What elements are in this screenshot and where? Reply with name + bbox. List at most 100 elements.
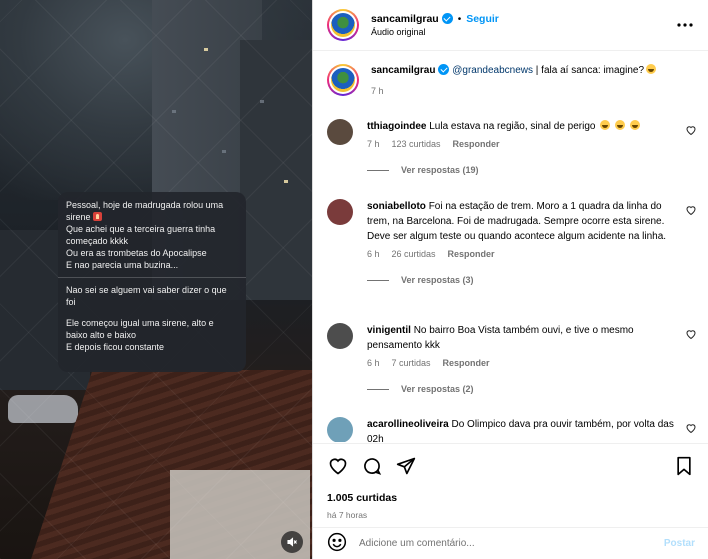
replies-line xyxy=(367,279,389,281)
siren-emoji-icon xyxy=(92,212,102,221)
caption-mention-link[interactable]: @grandeabcnews xyxy=(452,65,533,76)
posted-time: há 7 horas xyxy=(327,510,368,520)
comment-body: soniabelloto Foi na estação de trem. Mor… xyxy=(367,199,695,285)
msg-line: começado kkkk xyxy=(66,236,129,246)
comment-likes[interactable]: 123 curtidas xyxy=(392,139,441,149)
author-username[interactable]: sancamilgrau xyxy=(371,13,439,25)
comment-body: vinigentil No bairro Boa Vista também ou… xyxy=(367,323,695,394)
send-icon[interactable] xyxy=(395,455,417,477)
msg-line: Ele começou igual uma sirene, alto e xyxy=(66,318,214,328)
msg-line: Ou era as trombetas do Apocalipse xyxy=(66,248,207,258)
comment-text: soniabelloto Foi na estação de trem. Mor… xyxy=(367,199,677,244)
laughing-emoji-icon xyxy=(629,120,640,130)
caption-username[interactable]: sancamilgrau xyxy=(371,65,435,76)
comment-item: acarollineoliveira Do Olimpico dava pra … xyxy=(313,417,708,442)
comment-item: vinigentil No bairro Boa Vista também ou… xyxy=(313,323,708,394)
thinking-face-emoji-icon xyxy=(646,64,657,74)
more-horizontal-icon[interactable] xyxy=(676,16,694,34)
msg-line: Pessoal, hoje de madrugada rolou uma xyxy=(66,200,224,210)
caption-body: sancamilgrau @grandeabcnews | fala aí sa… xyxy=(371,64,695,98)
comment-time: 6 h xyxy=(367,358,380,368)
comment-item: tthiagoindee Lula estava na região, sina… xyxy=(313,119,708,175)
laughing-emoji-icon xyxy=(615,120,626,130)
msg-line: baixo alto e baixo xyxy=(66,330,137,340)
audio-label[interactable]: Áudio original xyxy=(371,27,676,37)
view-replies-button[interactable]: Ver respostas (2) xyxy=(367,384,677,394)
laughing-emoji-icon xyxy=(600,120,611,130)
comment-likes[interactable]: 26 curtidas xyxy=(392,249,436,259)
heart-icon[interactable] xyxy=(327,455,349,477)
caption-avatar[interactable] xyxy=(327,64,359,96)
view-replies-label: Ver respostas (2) xyxy=(401,384,474,394)
msg-line: Que achei que a terceira guerra tinha xyxy=(66,224,216,234)
separator-dot: • xyxy=(457,14,462,25)
follow-button[interactable]: Seguir xyxy=(466,13,499,25)
reply-button[interactable]: Responder xyxy=(453,139,500,149)
action-icons xyxy=(327,452,695,480)
view-replies-label: Ver respostas (19) xyxy=(401,165,479,175)
caption-time: 7 h xyxy=(371,86,384,96)
comment-avatar[interactable] xyxy=(327,119,353,145)
caption-text: sancamilgrau @grandeabcnews | fala aí sa… xyxy=(371,64,695,78)
comment-heart-icon[interactable] xyxy=(685,422,697,434)
view-replies-label: Ver respostas (3) xyxy=(401,275,474,285)
caption-content: | fala aí sanca: imagine? xyxy=(533,65,645,76)
post-header: sancamilgrau • Seguir Áudio original xyxy=(313,0,708,51)
message-screenshot-card: Pessoal, hoje de madrugada rolou uma sir… xyxy=(58,192,246,372)
comment-text: tthiagoindee Lula estava na região, sina… xyxy=(367,119,677,134)
comment-text: vinigentil No bairro Boa Vista também ou… xyxy=(367,323,677,353)
view-replies-button[interactable]: Ver respostas (19) xyxy=(367,165,677,175)
comment-time: 6 h xyxy=(367,249,380,259)
comment-input[interactable] xyxy=(359,538,664,549)
post-actions: 1.005 curtidas há 7 horas xyxy=(313,443,708,520)
msg-divider xyxy=(58,277,246,278)
reply-button[interactable]: Responder xyxy=(448,249,495,259)
speaker-muted-icon[interactable] xyxy=(281,531,303,553)
msg-line-text: sirene xyxy=(66,212,91,222)
view-replies-button[interactable]: Ver respostas (3) xyxy=(367,275,677,285)
verified-badge-icon xyxy=(438,64,450,75)
comment-time: 7 h xyxy=(367,139,380,149)
comment-avatar[interactable] xyxy=(327,417,353,442)
comment-avatar[interactable] xyxy=(327,323,353,349)
msg-line: E nao parecia uma buzina... xyxy=(66,260,179,270)
author-avatar[interactable] xyxy=(327,9,359,41)
comment-meta: 7 h 123 curtidas Responder xyxy=(367,139,677,149)
comment-meta: 6 h 7 curtidas Responder xyxy=(367,358,677,368)
comment-item: soniabelloto Foi na estação de trem. Mor… xyxy=(313,199,708,285)
comment-heart-icon[interactable] xyxy=(685,124,697,136)
comment-username[interactable]: vinigentil xyxy=(367,325,411,336)
comment-username[interactable]: tthiagoindee xyxy=(367,121,426,132)
comment-username[interactable]: acarollineoliveira xyxy=(367,419,449,430)
msg-line: sirene xyxy=(66,211,238,223)
author-info: sancamilgrau • Seguir Áudio original xyxy=(371,13,676,37)
comment-text: acarollineoliveira Do Olimpico dava pra … xyxy=(367,417,677,442)
bookmark-icon[interactable] xyxy=(673,455,695,477)
replies-line xyxy=(367,169,389,171)
comment-icon[interactable] xyxy=(361,455,383,477)
comment-meta: 6 h 26 curtidas Responder xyxy=(367,249,677,259)
emoji-icon[interactable] xyxy=(327,532,347,555)
comment-content: Lula estava na região, sinal de perigo xyxy=(429,121,596,132)
comment-body: acarollineoliveira Do Olimpico dava pra … xyxy=(367,417,695,442)
post-caption: sancamilgrau @grandeabcnews | fala aí sa… xyxy=(313,52,708,98)
comment-heart-icon[interactable] xyxy=(685,328,697,340)
msg-line: Nao sei se alguem vai saber dizer o que xyxy=(66,285,227,295)
instagram-post: Pessoal, hoje de madrugada rolou uma sir… xyxy=(0,0,708,559)
comment-avatar[interactable] xyxy=(327,199,353,225)
comment-username[interactable]: soniabelloto xyxy=(367,201,426,212)
comment-likes[interactable]: 7 curtidas xyxy=(392,358,431,368)
verified-badge-icon xyxy=(441,13,453,24)
post-side-panel: sancamilgrau • Seguir Áudio original sanca… xyxy=(312,0,708,559)
msg-line: foi xyxy=(66,297,76,307)
likes-count[interactable]: 1.005 curtidas xyxy=(327,492,695,504)
comment-body: tthiagoindee Lula estava na região, sina… xyxy=(367,119,695,175)
comment-heart-icon[interactable] xyxy=(685,204,697,216)
replies-line xyxy=(367,388,389,390)
post-comment-button[interactable]: Postar xyxy=(664,538,695,549)
msg-line: E depois ficou constante xyxy=(66,342,165,352)
reply-button[interactable]: Responder xyxy=(443,358,490,368)
comments-list[interactable]: sancamilgrau @grandeabcnews | fala aí sa… xyxy=(313,52,708,442)
comment-composer: Postar xyxy=(313,527,708,559)
post-video[interactable]: Pessoal, hoje de madrugada rolou uma sir… xyxy=(0,0,312,559)
